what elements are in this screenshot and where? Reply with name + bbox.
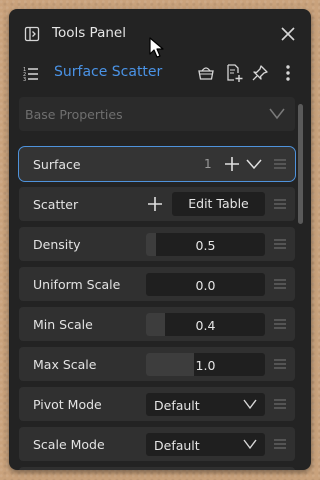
section-label: Base Properties — [25, 107, 123, 122]
surface-count: 1 — [204, 157, 212, 171]
drag-handle-icon[interactable] — [274, 318, 286, 330]
window-title: Tools Panel — [52, 25, 126, 41]
min-scale-value: 0.4 — [195, 318, 216, 333]
uniform-scale-value: 0.0 — [195, 278, 216, 293]
row-partial — [19, 467, 295, 470]
pivot-mode-select[interactable]: Default — [146, 393, 265, 416]
close-icon[interactable] — [280, 26, 296, 42]
max-scale-slider[interactable]: 1.0 — [146, 353, 265, 376]
uniform-scale-slider[interactable]: 0.0 — [146, 273, 265, 296]
svg-text:3: 3 — [23, 77, 26, 81]
tools-panel: Tools Panel 1 2 3 Surface Scatter Base P… — [9, 9, 311, 470]
tool-header: 1 2 3 Surface Scatter — [9, 57, 311, 89]
chevron-down-icon — [243, 439, 257, 450]
drag-handle-icon[interactable] — [274, 278, 286, 290]
edit-table-button[interactable]: Edit Table — [172, 192, 265, 216]
panel-icon — [24, 26, 40, 42]
more-vertical-icon[interactable] — [278, 63, 298, 83]
scatter-label: Scatter — [33, 197, 79, 212]
row-scatter: Scatter Edit Table — [19, 187, 295, 221]
plus-icon[interactable] — [224, 156, 240, 172]
scale-mode-label: Scale Mode — [33, 437, 105, 452]
surface-label: Surface — [33, 157, 81, 172]
max-scale-value: 1.0 — [195, 358, 216, 373]
uniform-scale-label: Uniform Scale — [33, 277, 121, 292]
density-label: Density — [33, 237, 81, 252]
row-uniform-scale: Uniform Scale 0.0 — [19, 267, 295, 301]
chevron-down-icon[interactable] — [246, 157, 262, 171]
row-max-scale: Max Scale 1.0 — [19, 347, 295, 381]
min-scale-label: Min Scale — [33, 317, 93, 332]
tool-title: Surface Scatter — [54, 64, 163, 80]
drag-handle-icon[interactable] — [274, 358, 286, 370]
mouse-cursor-icon — [149, 37, 164, 58]
row-pivot-mode: Pivot Mode Default — [19, 387, 295, 421]
section-base-properties[interactable]: Base Properties — [19, 97, 295, 131]
drag-handle-icon[interactable] — [274, 158, 286, 170]
row-scale-mode: Scale Mode Default — [19, 427, 295, 461]
row-density: Density 0.5 — [19, 227, 295, 261]
drag-handle-icon[interactable] — [274, 238, 286, 250]
drag-handle-icon[interactable] — [274, 398, 286, 410]
pivot-mode-label: Pivot Mode — [33, 397, 102, 412]
drag-handle-icon[interactable] — [274, 198, 286, 210]
pin-icon[interactable] — [250, 63, 270, 83]
basket-icon[interactable] — [196, 63, 216, 83]
density-slider[interactable]: 0.5 — [146, 233, 265, 256]
max-scale-label: Max Scale — [33, 357, 97, 372]
chevron-down-icon[interactable] — [268, 106, 286, 122]
plus-icon[interactable] — [147, 196, 163, 212]
chevron-down-icon — [243, 399, 257, 410]
scale-mode-select[interactable]: Default — [146, 433, 265, 456]
density-value: 0.5 — [195, 238, 216, 253]
drag-handle-icon[interactable] — [274, 438, 286, 450]
list-icon[interactable]: 1 2 3 — [23, 65, 39, 81]
min-scale-slider[interactable]: 0.4 — [146, 313, 265, 336]
row-min-scale: Min Scale 0.4 — [19, 307, 295, 341]
row-surface[interactable]: Surface 1 — [18, 146, 296, 182]
add-document-icon[interactable] — [224, 63, 244, 83]
scrollbar-thumb[interactable] — [298, 104, 303, 224]
